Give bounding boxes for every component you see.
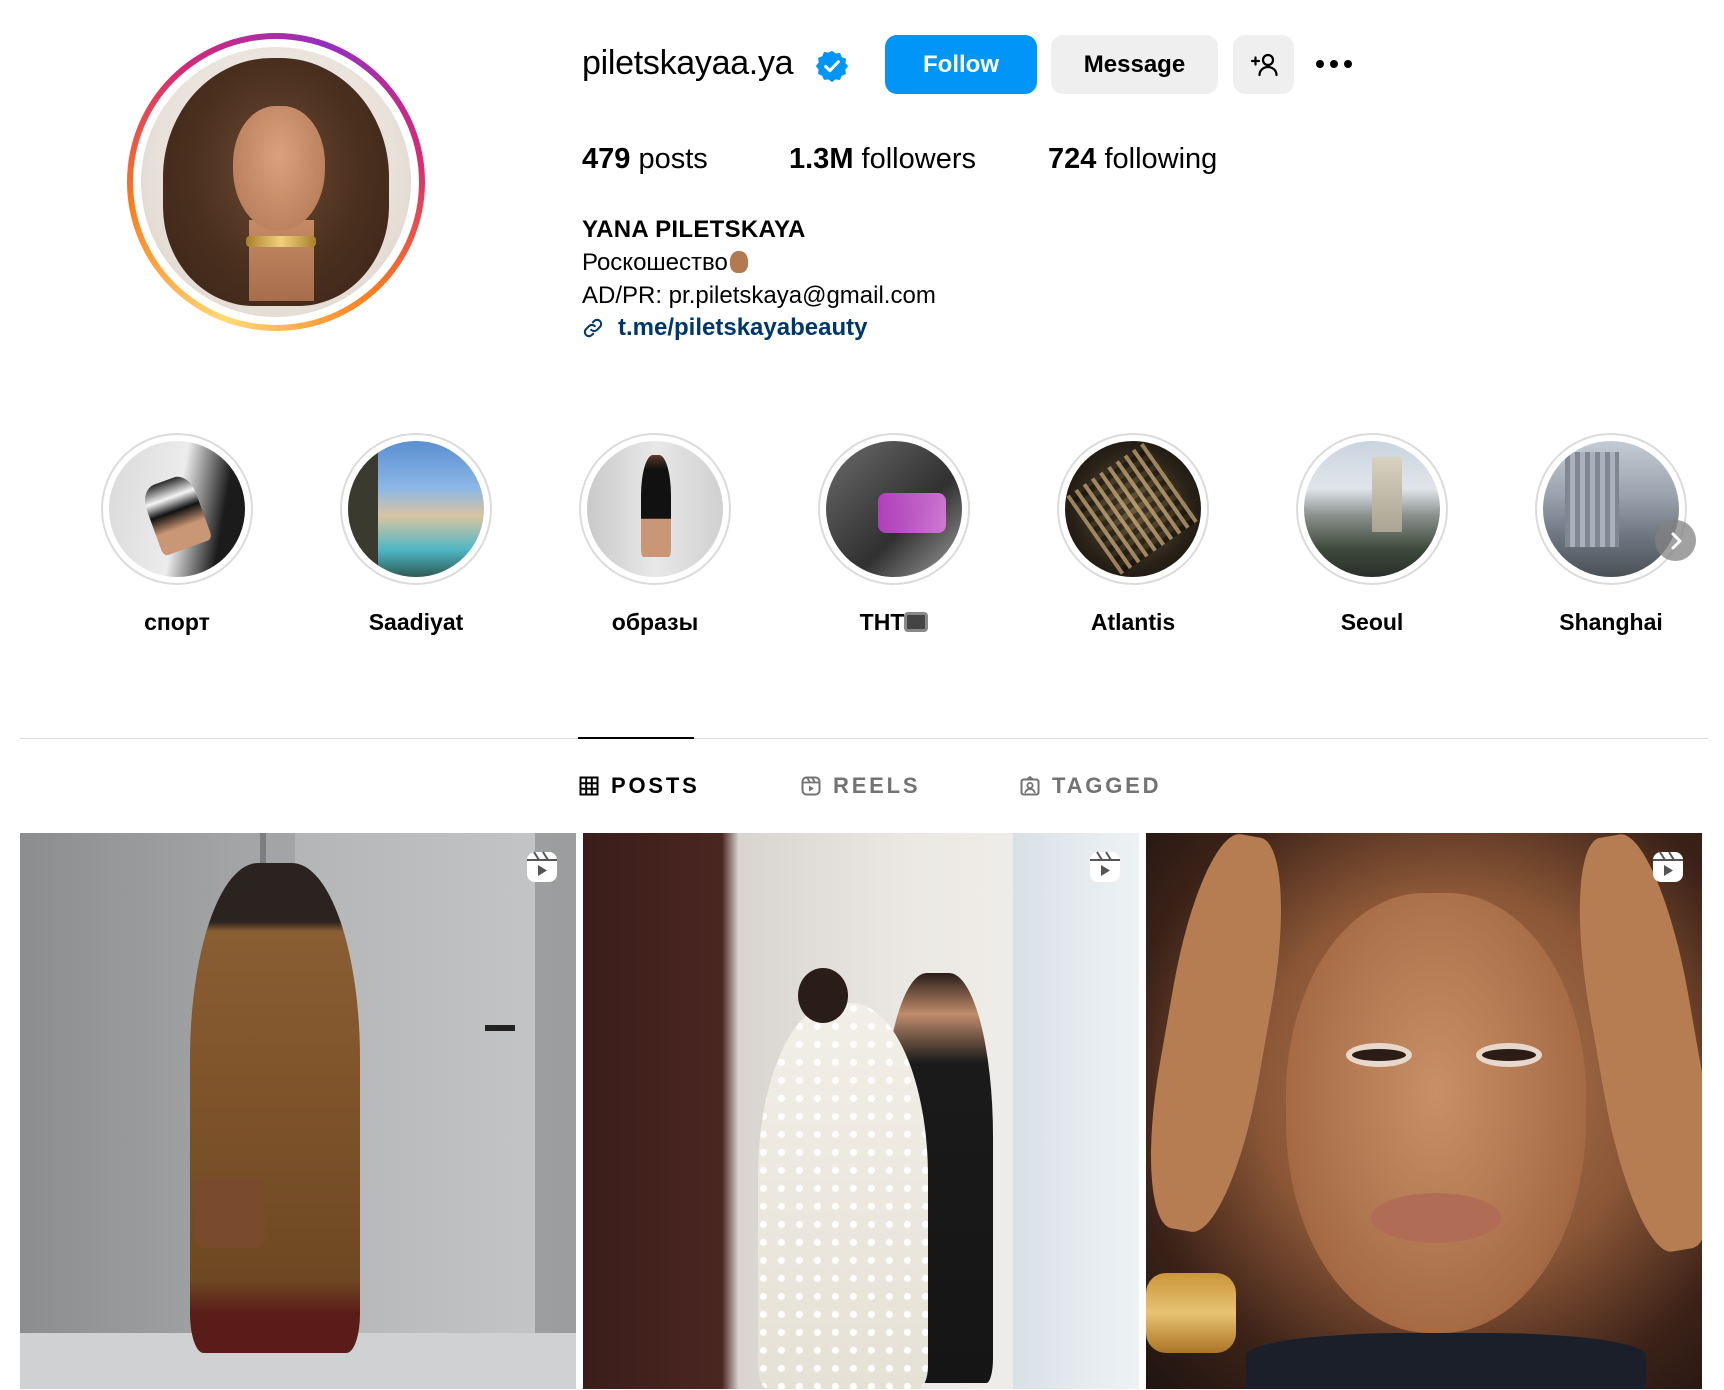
more-options-icon[interactable] (1316, 56, 1358, 72)
hand-emoji-icon (729, 251, 748, 273)
message-button[interactable]: Message (1051, 35, 1218, 94)
highlight-label: Saadiyat (368, 609, 464, 635)
posts-count: 479 (582, 143, 631, 175)
highlight-ring (101, 433, 253, 585)
add-user-button[interactable] (1233, 35, 1294, 94)
bio-link-text: t.me/piletskayabeauty (618, 314, 868, 341)
tv-emoji-icon (904, 612, 929, 632)
highlights-next-button[interactable] (1655, 520, 1696, 561)
verified-badge-icon (815, 50, 849, 83)
highlight-cover (1065, 441, 1201, 577)
reels-icon (801, 776, 821, 796)
tagged-icon (1020, 776, 1040, 796)
avatar-choker (246, 236, 317, 247)
highlight-label-text: ТНТ (859, 609, 905, 635)
highlight-cover (587, 441, 723, 577)
bio-link[interactable]: t.me/piletskayabeauty (582, 314, 867, 342)
more-dot (1330, 60, 1338, 68)
bio-line-1: Роскошество (582, 249, 748, 277)
posts-label: posts (638, 143, 708, 175)
reel-icon (527, 851, 557, 882)
more-dot (1316, 60, 1324, 68)
highlight-label: Shanghai (1559, 609, 1663, 635)
highlight-ring (579, 433, 731, 585)
highlight-obrazy[interactable]: образы (575, 433, 735, 636)
reel-icon (1653, 851, 1683, 882)
highlight-cover (1304, 441, 1440, 577)
tab-reels-label: REELS (833, 773, 921, 798)
highlight-ring (1535, 433, 1687, 585)
bio-text-1: Роскошество (582, 249, 728, 276)
highlight-cover (109, 441, 245, 577)
post-image-window (1013, 833, 1139, 1389)
followers-stat[interactable]: 1.3M followers (789, 143, 976, 176)
tab-tagged[interactable]: TAGGED (1020, 773, 1161, 799)
chevron-right-icon (1671, 532, 1681, 549)
post-tile[interactable] (1146, 833, 1702, 1389)
profile-username: piletskayaa.ya (582, 44, 794, 82)
highlight-sport[interactable]: спорт (97, 433, 257, 636)
tabs-divider (20, 738, 1708, 739)
post-image-face (1286, 893, 1586, 1333)
post-image-dress (758, 1003, 928, 1389)
link-icon (583, 318, 603, 338)
highlight-cover (348, 441, 484, 577)
posts-count-stat: 479 posts (582, 143, 708, 176)
bio-line-2: AD/PR: pr.piletskaya@gmail.com (582, 282, 936, 309)
follow-button[interactable]: Follow (885, 35, 1037, 94)
add-user-icon (1250, 53, 1278, 76)
highlight-label: Atlantis (1090, 609, 1176, 635)
active-tab-indicator (578, 737, 694, 739)
post-image-lips (1371, 1193, 1501, 1243)
post-image-person (190, 863, 360, 1353)
post-image-handle (485, 1025, 515, 1031)
post-image-bracelet (1146, 1273, 1236, 1353)
tab-reels[interactable]: REELS (801, 773, 920, 799)
highlight-atlantis[interactable]: Atlantis (1053, 433, 1213, 636)
highlight-cover (1543, 441, 1679, 577)
highlight-ring (340, 433, 492, 585)
followers-count: 1.3M (789, 143, 854, 175)
following-count: 724 (1048, 143, 1097, 175)
post-image-shirt (1246, 1333, 1646, 1389)
following-label: following (1104, 143, 1218, 175)
tab-posts-label: POSTS (611, 773, 700, 798)
grid-icon (579, 776, 599, 796)
tab-tagged-label: TAGGED (1052, 773, 1162, 798)
profile-full-name: YANA PILETSKAYA (582, 216, 806, 243)
highlight-label: Seoul (1340, 609, 1404, 635)
post-tile[interactable] (583, 833, 1139, 1389)
followers-label: followers (861, 143, 976, 175)
more-dot (1344, 60, 1352, 68)
avatar (141, 47, 411, 317)
post-image-eye (1346, 1043, 1412, 1067)
highlight-cover (826, 441, 962, 577)
highlight-seoul[interactable]: Seoul (1292, 433, 1452, 636)
highlight-label: спорт (144, 609, 210, 635)
profile-avatar-ring[interactable] (127, 33, 425, 331)
highlight-label: ТНТ (814, 609, 974, 636)
avatar-face (232, 106, 325, 231)
avatar-neck (249, 219, 314, 301)
post-image-eye (1476, 1043, 1542, 1067)
post-image-head (798, 968, 848, 1023)
highlight-label: образы (611, 609, 699, 635)
avatar-inner (133, 39, 419, 325)
tab-posts[interactable]: POSTS (579, 773, 700, 799)
highlight-tnt[interactable]: ТНТ (814, 433, 974, 636)
reel-icon (1090, 851, 1120, 882)
highlight-ring (1296, 433, 1448, 585)
post-tile[interactable] (20, 833, 576, 1389)
post-image-hand (1146, 833, 1300, 1239)
highlight-saadiyat[interactable]: Saadiyat (336, 433, 496, 636)
post-image-bag (195, 1178, 265, 1248)
highlight-ring (1057, 433, 1209, 585)
highlight-ring (818, 433, 970, 585)
following-stat[interactable]: 724 following (1048, 143, 1217, 176)
